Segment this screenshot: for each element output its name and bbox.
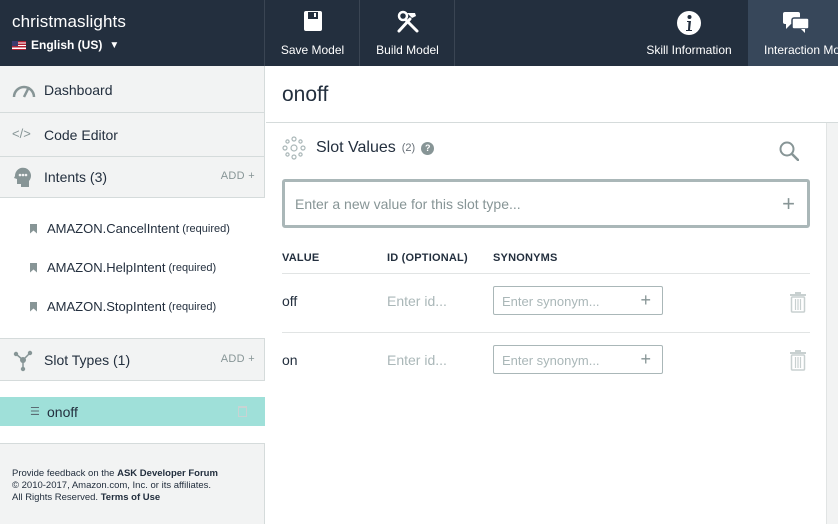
- bookmark-icon: [30, 262, 37, 273]
- sidebar-item-code-editor[interactable]: </> Code Editor: [0, 123, 265, 147]
- intent-required-note: (required): [182, 222, 230, 235]
- sidebar: Dashboard </> Code Editor Intents (3) AD…: [0, 66, 265, 524]
- slot-value-cell[interactable]: off: [282, 293, 297, 309]
- main-content: onoff Slot Values (2) ? + VALUE ID (OPTI…: [266, 66, 838, 524]
- divider: [282, 273, 810, 274]
- intent-name: AMAZON.HelpIntent: [47, 260, 166, 275]
- slot-values-title: Slot Values: [316, 139, 396, 156]
- save-model-button[interactable]: Save Model: [266, 0, 360, 66]
- speech-head-icon: [14, 167, 31, 187]
- divider: [266, 122, 838, 123]
- developer-forum-link[interactable]: ASK Developer Forum: [117, 468, 218, 479]
- terms-of-use-link[interactable]: Terms of Use: [101, 492, 160, 503]
- intent-item-cancel[interactable]: AMAZON.CancelIntent (required): [30, 221, 230, 236]
- build-model-button[interactable]: Build Model: [361, 0, 455, 66]
- sidebar-item-intents[interactable]: Intents (3) ADD +: [0, 165, 265, 189]
- interaction-model-label: Interaction Model: [764, 43, 838, 57]
- slot-value-cell[interactable]: on: [282, 352, 298, 368]
- divider: [0, 156, 265, 157]
- add-intent-button[interactable]: ADD +: [221, 170, 255, 182]
- skill-name: christmaslights: [12, 12, 126, 31]
- add-slot-value-icon[interactable]: +: [782, 193, 795, 215]
- footer-rights-text: All Rights Reserved.: [12, 492, 101, 503]
- locale-selector[interactable]: English (US) ▼: [12, 38, 264, 52]
- sidebar-label-dashboard: Dashboard: [44, 82, 113, 98]
- slot-type-name: onoff: [47, 403, 78, 420]
- divider: [0, 443, 265, 444]
- divider: [0, 338, 265, 339]
- intent-required-note: (required): [168, 300, 217, 313]
- synonym-input[interactable]: [502, 351, 627, 369]
- sidebar-label-code-editor: Code Editor: [44, 127, 118, 143]
- synonym-field[interactable]: +: [493, 286, 663, 315]
- help-icon[interactable]: ?: [421, 141, 435, 155]
- interaction-model-button[interactable]: Interaction Model: [748, 0, 838, 66]
- trash-icon[interactable]: [789, 349, 807, 371]
- add-synonym-icon[interactable]: +: [640, 290, 651, 311]
- intent-item-stop[interactable]: AMAZON.StopIntent (required): [30, 299, 216, 314]
- locale-label: English (US): [31, 38, 103, 52]
- intent-item-help[interactable]: AMAZON.HelpIntent (required): [30, 260, 216, 275]
- search-icon[interactable]: [779, 141, 799, 161]
- slot-values-header: Slot Values (2) ?: [282, 136, 435, 160]
- footer-feedback-text: Provide feedback on the: [12, 468, 118, 479]
- sidebar-item-dashboard[interactable]: Dashboard: [0, 78, 265, 102]
- intent-required-note: (required): [168, 261, 217, 274]
- column-header-id: ID (OPTIONAL): [387, 252, 468, 264]
- trash-icon[interactable]: [789, 291, 807, 313]
- synonym-field[interactable]: +: [493, 345, 663, 374]
- caret-down-icon: ▼: [109, 39, 120, 51]
- save-model-label: Save Model: [280, 43, 345, 57]
- sidebar-label-intents: Intents (3): [44, 169, 108, 185]
- synonym-input[interactable]: [502, 292, 627, 310]
- slot-values-icon: [282, 136, 306, 160]
- tools-icon: [397, 10, 418, 33]
- top-bar: christmaslights English (US) ▼ Save Mode…: [0, 0, 838, 66]
- divider: [282, 332, 810, 333]
- bookmark-icon: [30, 301, 37, 312]
- bookmark-icon: [30, 223, 37, 234]
- delete-slot-type-icon[interactable]: [238, 406, 247, 417]
- scrollbar[interactable]: [826, 123, 838, 524]
- us-flag-icon: [12, 40, 26, 50]
- column-header-value: VALUE: [282, 252, 320, 264]
- info-icon: [677, 11, 701, 35]
- build-model-label: Build Model: [376, 43, 439, 57]
- chat-bubbles-icon: [783, 12, 810, 33]
- skill-information-label: Skill Information: [646, 43, 732, 57]
- slot-id-field[interactable]: Enter id...: [387, 293, 447, 309]
- intent-list: AMAZON.CancelIntent (required) AMAZON.He…: [0, 198, 265, 338]
- sidebar-item-slot-types[interactable]: Slot Types (1) ADD +: [0, 348, 265, 372]
- intent-name: AMAZON.StopIntent: [47, 299, 166, 314]
- new-slot-value-field[interactable]: +: [282, 179, 810, 228]
- list-icon: ☰: [30, 406, 40, 418]
- page-title: onoff: [282, 83, 329, 106]
- column-header-synonyms: SYNONYMS: [493, 252, 558, 264]
- skill-information-button[interactable]: Skill Information: [633, 0, 745, 66]
- skill-header: christmaslights English (US) ▼: [0, 0, 265, 66]
- new-slot-value-input[interactable]: [295, 192, 765, 216]
- slot-graph-icon: [13, 350, 33, 372]
- sidebar-label-slot-types: Slot Types (1): [44, 352, 131, 368]
- divider: [0, 112, 265, 113]
- floppy-disk-icon: [303, 11, 322, 31]
- intent-name: AMAZON.CancelIntent: [47, 221, 180, 236]
- slot-id-field[interactable]: Enter id...: [387, 352, 447, 368]
- footer-copyright: © 2010-2017, Amazon.com, Inc. or its aff…: [12, 480, 212, 491]
- slot-values-count: (2): [401, 142, 416, 154]
- sidebar-footer: Provide feedback on the ASK Developer Fo…: [12, 468, 218, 504]
- code-icon: </>: [12, 126, 31, 141]
- add-slot-type-button[interactable]: ADD +: [221, 353, 255, 365]
- add-synonym-icon[interactable]: +: [640, 349, 651, 370]
- gauge-icon: [12, 85, 36, 98]
- slot-type-item-onoff[interactable]: ☰ onoff: [0, 397, 265, 426]
